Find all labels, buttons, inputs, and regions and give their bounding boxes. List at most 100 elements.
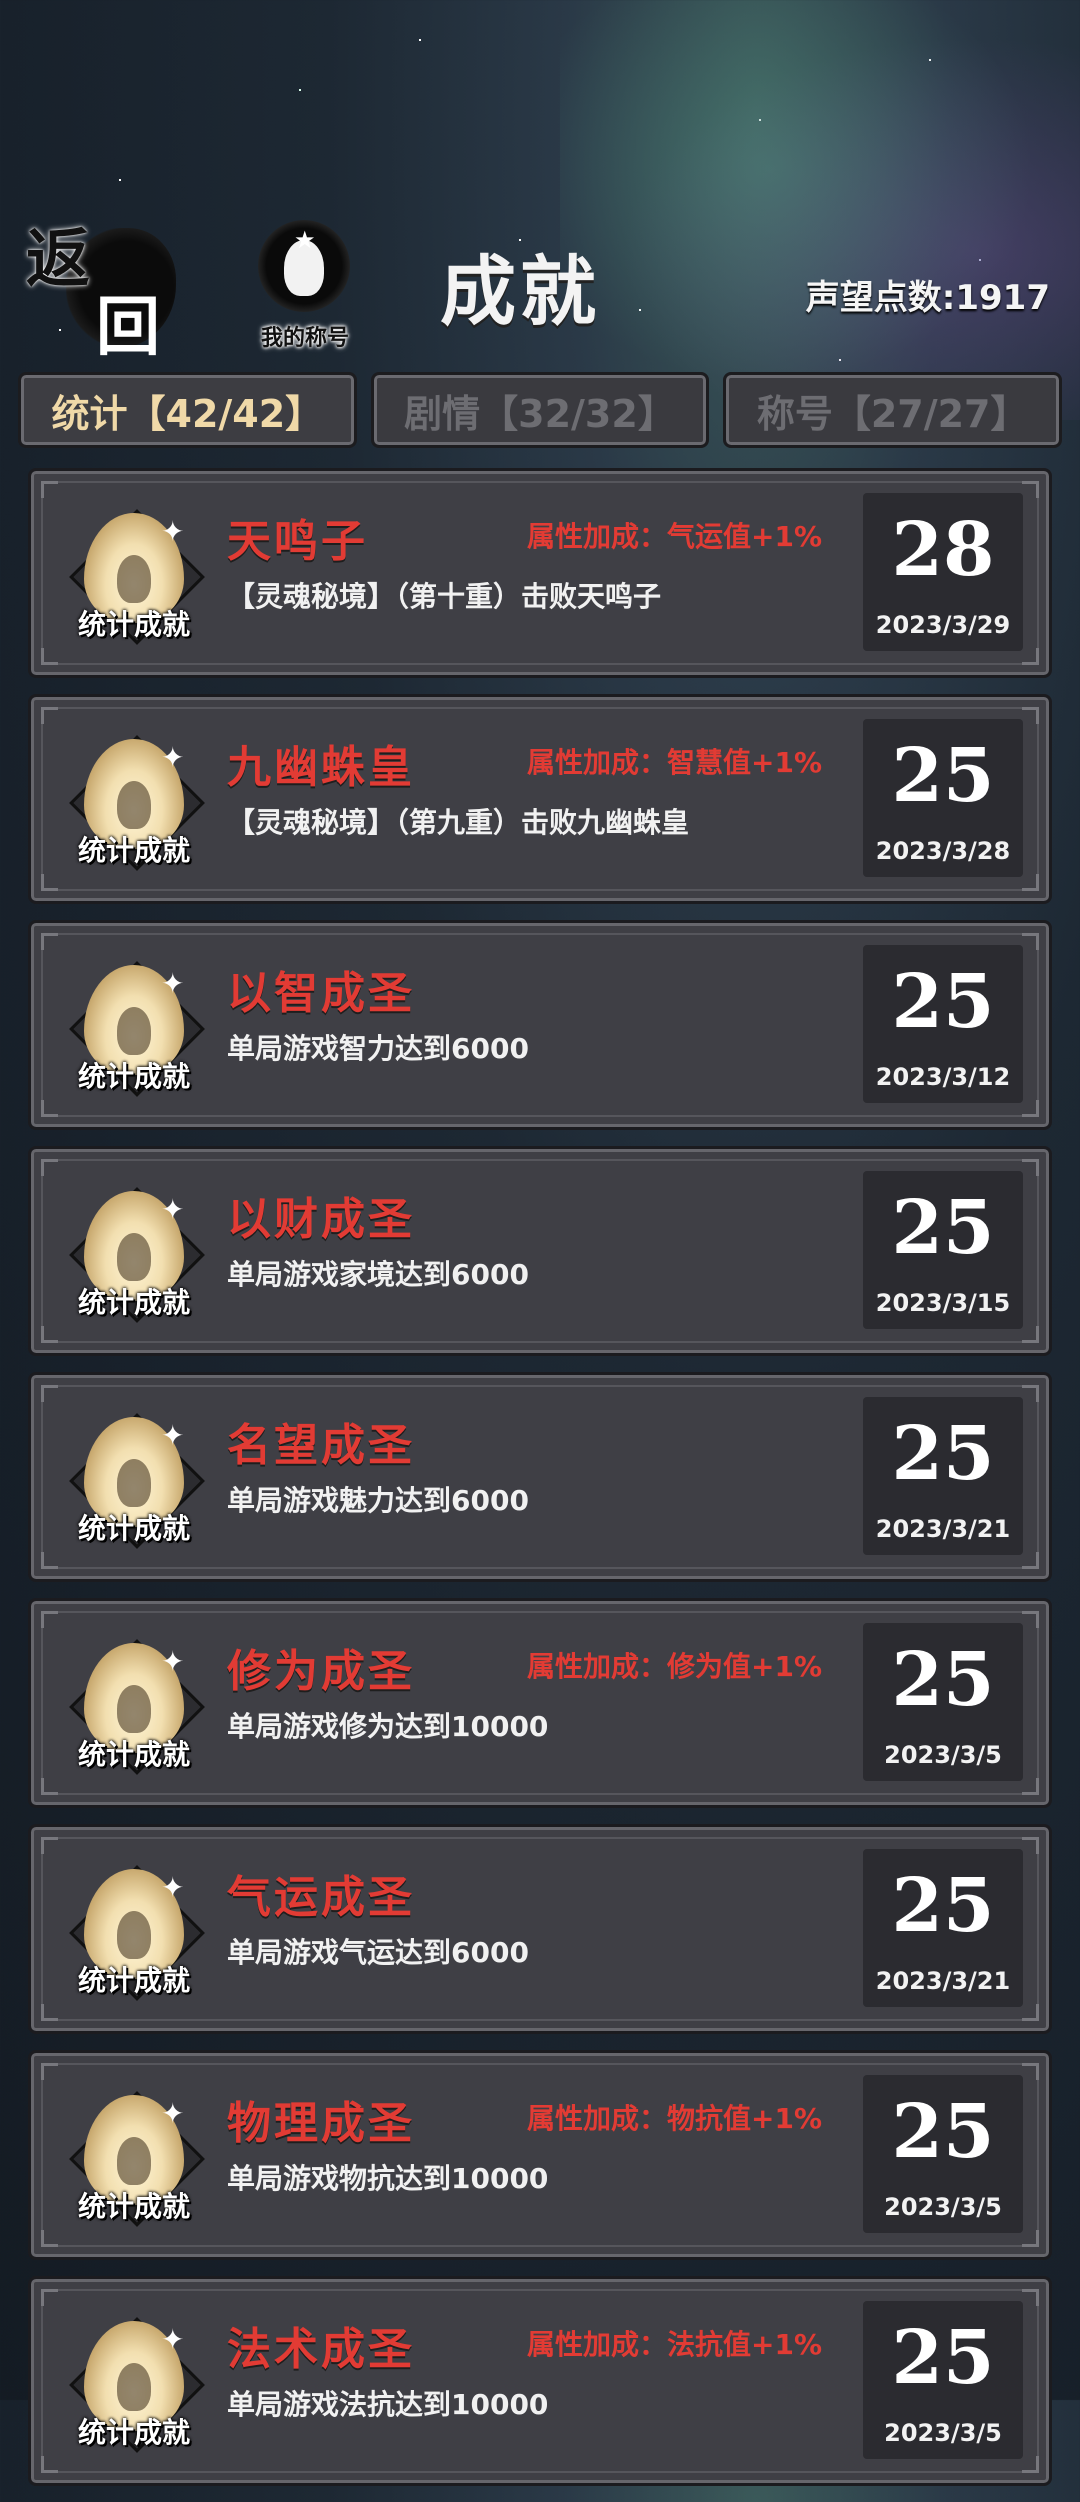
- back-char-1: 返: [26, 222, 90, 297]
- achievement-score: 25: [891, 1411, 995, 1497]
- corner-ornament: [41, 2004, 58, 2021]
- emblem-label: 统计成就: [77, 2190, 190, 2223]
- achievement-emblem-icon: ✦ 统计成就: [59, 499, 209, 649]
- achievement-score: 28: [891, 507, 995, 593]
- achievement-date: 2023/3/29: [875, 611, 1011, 639]
- achievement-card[interactable]: ✦ 统计成就 法术成圣 属性加成：法抗值+1% 单局游戏法抗达到10000 25…: [28, 2276, 1052, 2486]
- achievement-description: 【灵魂秘境】（第十重）击败天鸣子: [227, 580, 662, 613]
- score-box: 25 2023/3/12: [863, 945, 1023, 1103]
- emblem-label: 统计成就: [77, 2416, 190, 2449]
- achievement-card[interactable]: ✦ 统计成就 九幽蛛皇 属性加成：智慧值+1% 【灵魂秘境】（第九重）击败九幽蛛…: [28, 694, 1052, 904]
- achievement-name: 天鸣子: [227, 516, 368, 567]
- corner-ornament: [41, 481, 58, 498]
- corner-ornament: [41, 648, 58, 665]
- achievement-card[interactable]: ✦ 统计成就 修为成圣 属性加成：修为值+1% 单局游戏修为达到10000 25…: [28, 1598, 1052, 1808]
- corner-ornament: [41, 1837, 58, 1854]
- sparkle-icon: ✦: [161, 515, 185, 548]
- corner-ornament: [1022, 1385, 1039, 1402]
- corner-ornament: [1022, 2456, 1039, 2473]
- flame-core: [117, 1233, 151, 1281]
- flame-core: [117, 1007, 151, 1055]
- corner-ornament: [1022, 1837, 1039, 1854]
- attribute-bonus: 属性加成：修为值+1%: [527, 1650, 822, 1683]
- flame-core: [117, 2363, 151, 2411]
- corner-ornament: [41, 2456, 58, 2473]
- achievement-emblem-icon: ✦ 统计成就: [59, 2081, 209, 2231]
- achievement-date: 2023/3/5: [884, 2419, 1002, 2447]
- corner-ornament: [1022, 648, 1039, 665]
- achievement-description: 单局游戏修为达到10000: [227, 1710, 549, 1743]
- flame-core: [117, 2137, 151, 2185]
- corner-ornament: [1022, 1552, 1039, 1569]
- achievement-score: 25: [891, 1863, 995, 1949]
- achievement-score: 25: [891, 1185, 995, 1271]
- emblem-label: 统计成就: [77, 608, 190, 641]
- achievement-name: 九幽蛛皇: [227, 742, 415, 793]
- emblem-label: 统计成就: [77, 1738, 190, 1771]
- achievement-date: 2023/3/21: [875, 1967, 1011, 1995]
- score-box: 25 2023/3/28: [863, 719, 1023, 877]
- achievement-score: 25: [891, 959, 995, 1045]
- corner-ornament: [1022, 2004, 1039, 2021]
- emblem-label: 统计成就: [77, 1060, 190, 1093]
- achievement-emblem-icon: ✦ 统计成就: [59, 1177, 209, 1327]
- achievement-description: 【灵魂秘境】（第九重）击败九幽蛛皇: [227, 806, 690, 839]
- tab-titles[interactable]: 称号【27/27】: [723, 372, 1063, 448]
- corner-ornament: [1022, 481, 1039, 498]
- achievement-date: 2023/3/12: [875, 1063, 1011, 1091]
- achievement-name: 气运成圣: [227, 1872, 415, 1923]
- sparkle-icon: ✦: [161, 1419, 185, 1452]
- achievement-emblem-icon: ✦ 统计成就: [59, 2307, 209, 2457]
- sparkle-icon: ✦: [161, 1645, 185, 1678]
- back-button[interactable]: 返 回: [26, 208, 176, 365]
- achievement-card[interactable]: ✦ 统计成就 物理成圣 属性加成：物抗值+1% 单局游戏物抗达到10000 25…: [28, 2050, 1052, 2260]
- achievement-name: 名望成圣: [227, 1420, 415, 1471]
- emblem-label: 统计成就: [77, 1512, 190, 1545]
- my-title-button[interactable]: ★ 我的称号: [240, 220, 370, 351]
- header: 返 回 ★ 我的称号 成就 声望点数:1917: [0, 200, 1080, 365]
- achievement-date: 2023/3/5: [884, 1741, 1002, 1769]
- achievement-card[interactable]: ✦ 统计成就 气运成圣 单局游戏气运达到6000 25 2023/3/21: [28, 1824, 1052, 2034]
- score-box: 25 2023/3/21: [863, 1397, 1023, 1555]
- page-title: 成就: [440, 247, 600, 336]
- achievement-card[interactable]: ✦ 统计成就 以智成圣 单局游戏智力达到6000 25 2023/3/12: [28, 920, 1052, 1130]
- corner-ornament: [1022, 707, 1039, 724]
- achievement-score: 25: [891, 2089, 995, 2175]
- tab-bar: 统计【42/42】 剧情【32/32】 称号【27/27】: [18, 372, 1063, 448]
- flame-core: [117, 555, 151, 603]
- flame-core: [117, 1911, 151, 1959]
- achievement-name: 修为成圣: [227, 1646, 415, 1697]
- corner-ornament: [1022, 1100, 1039, 1117]
- achievement-date: 2023/3/5: [884, 2193, 1002, 2221]
- emblem-label: 统计成就: [77, 1964, 190, 1997]
- sparkle-icon: ✦: [161, 1193, 185, 1226]
- sparkle-icon: ✦: [161, 967, 185, 1000]
- score-box: 25 2023/3/21: [863, 1849, 1023, 2007]
- achievement-emblem-icon: ✦ 统计成就: [59, 1403, 209, 1553]
- star-icon: ★: [294, 226, 316, 254]
- tab-statistics[interactable]: 统计【42/42】: [18, 372, 357, 448]
- corner-ornament: [1022, 1611, 1039, 1628]
- achievement-list[interactable]: ✦ 统计成就 天鸣子 属性加成：气运值+1% 【灵魂秘境】（第十重）击败天鸣子 …: [28, 468, 1052, 2502]
- corner-ornament: [1022, 1159, 1039, 1176]
- achievement-description: 单局游戏物抗达到10000: [227, 2162, 549, 2195]
- achievement-card[interactable]: ✦ 统计成就 以财成圣 单局游戏家境达到6000 25 2023/3/15: [28, 1146, 1052, 1356]
- flame-core: [117, 1459, 151, 1507]
- achievement-description: 单局游戏智力达到6000: [227, 1032, 529, 1065]
- sparkle-icon: ✦: [161, 1871, 185, 1904]
- corner-ornament: [1022, 2289, 1039, 2306]
- attribute-bonus: 属性加成：气运值+1%: [527, 520, 822, 553]
- emblem-label: 统计成就: [77, 1286, 190, 1319]
- corner-ornament: [1022, 2230, 1039, 2247]
- sparkle-icon: ✦: [161, 741, 185, 774]
- my-title-label: 我的称号: [260, 326, 349, 351]
- achievement-card[interactable]: ✦ 统计成就 天鸣子 属性加成：气运值+1% 【灵魂秘境】（第十重）击败天鸣子 …: [28, 468, 1052, 678]
- achievement-emblem-icon: ✦ 统计成就: [59, 1855, 209, 2005]
- tab-story[interactable]: 剧情【32/32】: [370, 372, 710, 448]
- score-box: 25 2023/3/5: [863, 1623, 1023, 1781]
- score-box: 28 2023/3/29: [863, 493, 1023, 651]
- corner-ornament: [1022, 874, 1039, 891]
- achievement-card[interactable]: ✦ 统计成就 名望成圣 单局游戏魅力达到6000 25 2023/3/21: [28, 1372, 1052, 1582]
- attribute-bonus: 属性加成：智慧值+1%: [527, 746, 822, 779]
- sparkle-icon: ✦: [161, 2323, 185, 2356]
